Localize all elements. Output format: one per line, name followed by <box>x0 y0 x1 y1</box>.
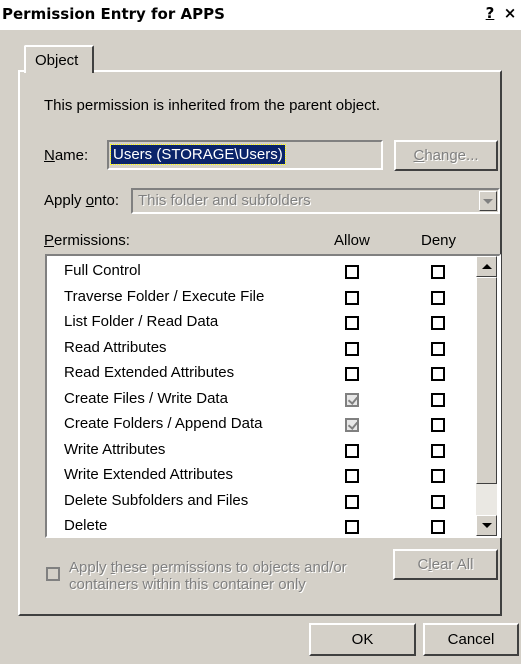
allow-checkbox[interactable] <box>345 443 359 458</box>
allow-checkbox[interactable] <box>345 392 359 407</box>
tab-object[interactable]: Object <box>24 45 94 73</box>
apply-onto-value: This folder and subfolders <box>138 192 311 209</box>
tab-object-label: Object <box>35 52 79 69</box>
name-label: Name: <box>44 147 89 164</box>
deny-checkbox[interactable] <box>431 316 445 330</box>
deny-checkbox[interactable] <box>431 265 445 279</box>
permission-row: Full Control <box>47 258 477 283</box>
apply-onto-select[interactable]: This folder and subfolders <box>131 188 500 214</box>
name-value: Users (STORAGE\Users) <box>110 144 286 165</box>
window-title: Permission Entry for APPS <box>2 5 225 23</box>
close-button[interactable]: × <box>501 4 519 22</box>
permission-row: Traverse Folder / Execute File <box>47 284 477 309</box>
change-button[interactable]: Change... <box>394 140 498 171</box>
name-field: Users (STORAGE\Users) <box>107 140 383 170</box>
permission-row: Delete Subfolders and Files <box>47 488 477 513</box>
scroll-down-button[interactable] <box>476 515 497 536</box>
permission-name: List Folder / Read Data <box>64 313 219 330</box>
apply-onto-label: Apply onto: <box>44 192 120 209</box>
deny-header: Deny <box>421 232 457 249</box>
apply-to-children-line1: Apply these permissions to objects and/o… <box>69 559 347 576</box>
permission-row: Create Files / Write Data <box>47 386 477 411</box>
deny-checkbox[interactable] <box>431 367 445 381</box>
allow-checkbox[interactable] <box>345 418 359 432</box>
clear-all-button[interactable]: Clear All <box>393 549 498 580</box>
deny-checkbox[interactable] <box>431 341 445 356</box>
permission-name: Create Files / Write Data <box>64 389 228 407</box>
permission-row: List Folder / Read Data <box>47 309 477 334</box>
apply-to-children-line2: containers within this container only <box>69 576 306 593</box>
allow-header: Allow <box>334 232 370 249</box>
permission-name: Traverse Folder / Execute File <box>64 287 265 305</box>
permission-row: Read Attributes <box>47 335 477 360</box>
allow-checkbox[interactable] <box>345 469 359 483</box>
permission-name: Read Attributes <box>64 338 167 356</box>
deny-checkbox[interactable] <box>431 290 445 305</box>
deny-checkbox[interactable] <box>431 520 445 534</box>
permission-name: Delete <box>64 517 108 534</box>
permission-row: Read Extended Attributes <box>47 360 477 385</box>
deny-checkbox[interactable] <box>431 392 445 407</box>
deny-checkbox[interactable] <box>431 443 445 458</box>
permission-row: Delete <box>47 513 477 536</box>
title-bar: Permission Entry for APPS ? × <box>0 0 521 30</box>
permission-row: Write Attributes <box>47 437 477 462</box>
cancel-button[interactable]: Cancel <box>423 623 519 656</box>
permissions-list: Full Control Traverse Folder / Execute Fi… <box>45 254 501 538</box>
deny-checkbox[interactable] <box>431 469 445 483</box>
permission-name: Create Folders / Append Data <box>64 415 263 432</box>
help-button[interactable]: ? <box>481 4 499 22</box>
allow-checkbox[interactable] <box>345 341 359 356</box>
allow-checkbox[interactable] <box>345 316 359 330</box>
permission-name: Write Attributes <box>64 440 166 458</box>
permission-name: Write Extended Attributes <box>64 466 233 483</box>
scroll-thumb[interactable] <box>476 277 497 484</box>
allow-checkbox[interactable] <box>345 520 359 534</box>
permission-row: Create Folders / Append Data <box>47 411 477 436</box>
permissions-header: Permissions: <box>44 232 130 249</box>
allow-checkbox[interactable] <box>345 494 359 509</box>
deny-checkbox[interactable] <box>431 418 445 432</box>
ok-button[interactable]: OK <box>309 623 416 656</box>
permission-row: Write Extended Attributes <box>47 462 477 487</box>
scroll-up-button[interactable] <box>476 256 497 277</box>
allow-checkbox[interactable] <box>345 265 359 279</box>
chevron-down-icon[interactable] <box>479 191 497 211</box>
permission-name: Read Extended Attributes <box>64 364 235 381</box>
allow-checkbox[interactable] <box>345 367 359 381</box>
apply-to-children-checkbox[interactable] <box>46 567 60 581</box>
deny-checkbox[interactable] <box>431 494 445 509</box>
allow-checkbox[interactable] <box>345 290 359 305</box>
vertical-scrollbar[interactable] <box>476 256 497 536</box>
arrow-up-icon <box>481 264 492 269</box>
inherited-message: This permission is inherited from the pa… <box>44 97 380 114</box>
permission-name: Delete Subfolders and Files <box>64 491 249 509</box>
permission-name: Full Control <box>64 262 141 279</box>
arrow-down-icon <box>481 523 492 528</box>
